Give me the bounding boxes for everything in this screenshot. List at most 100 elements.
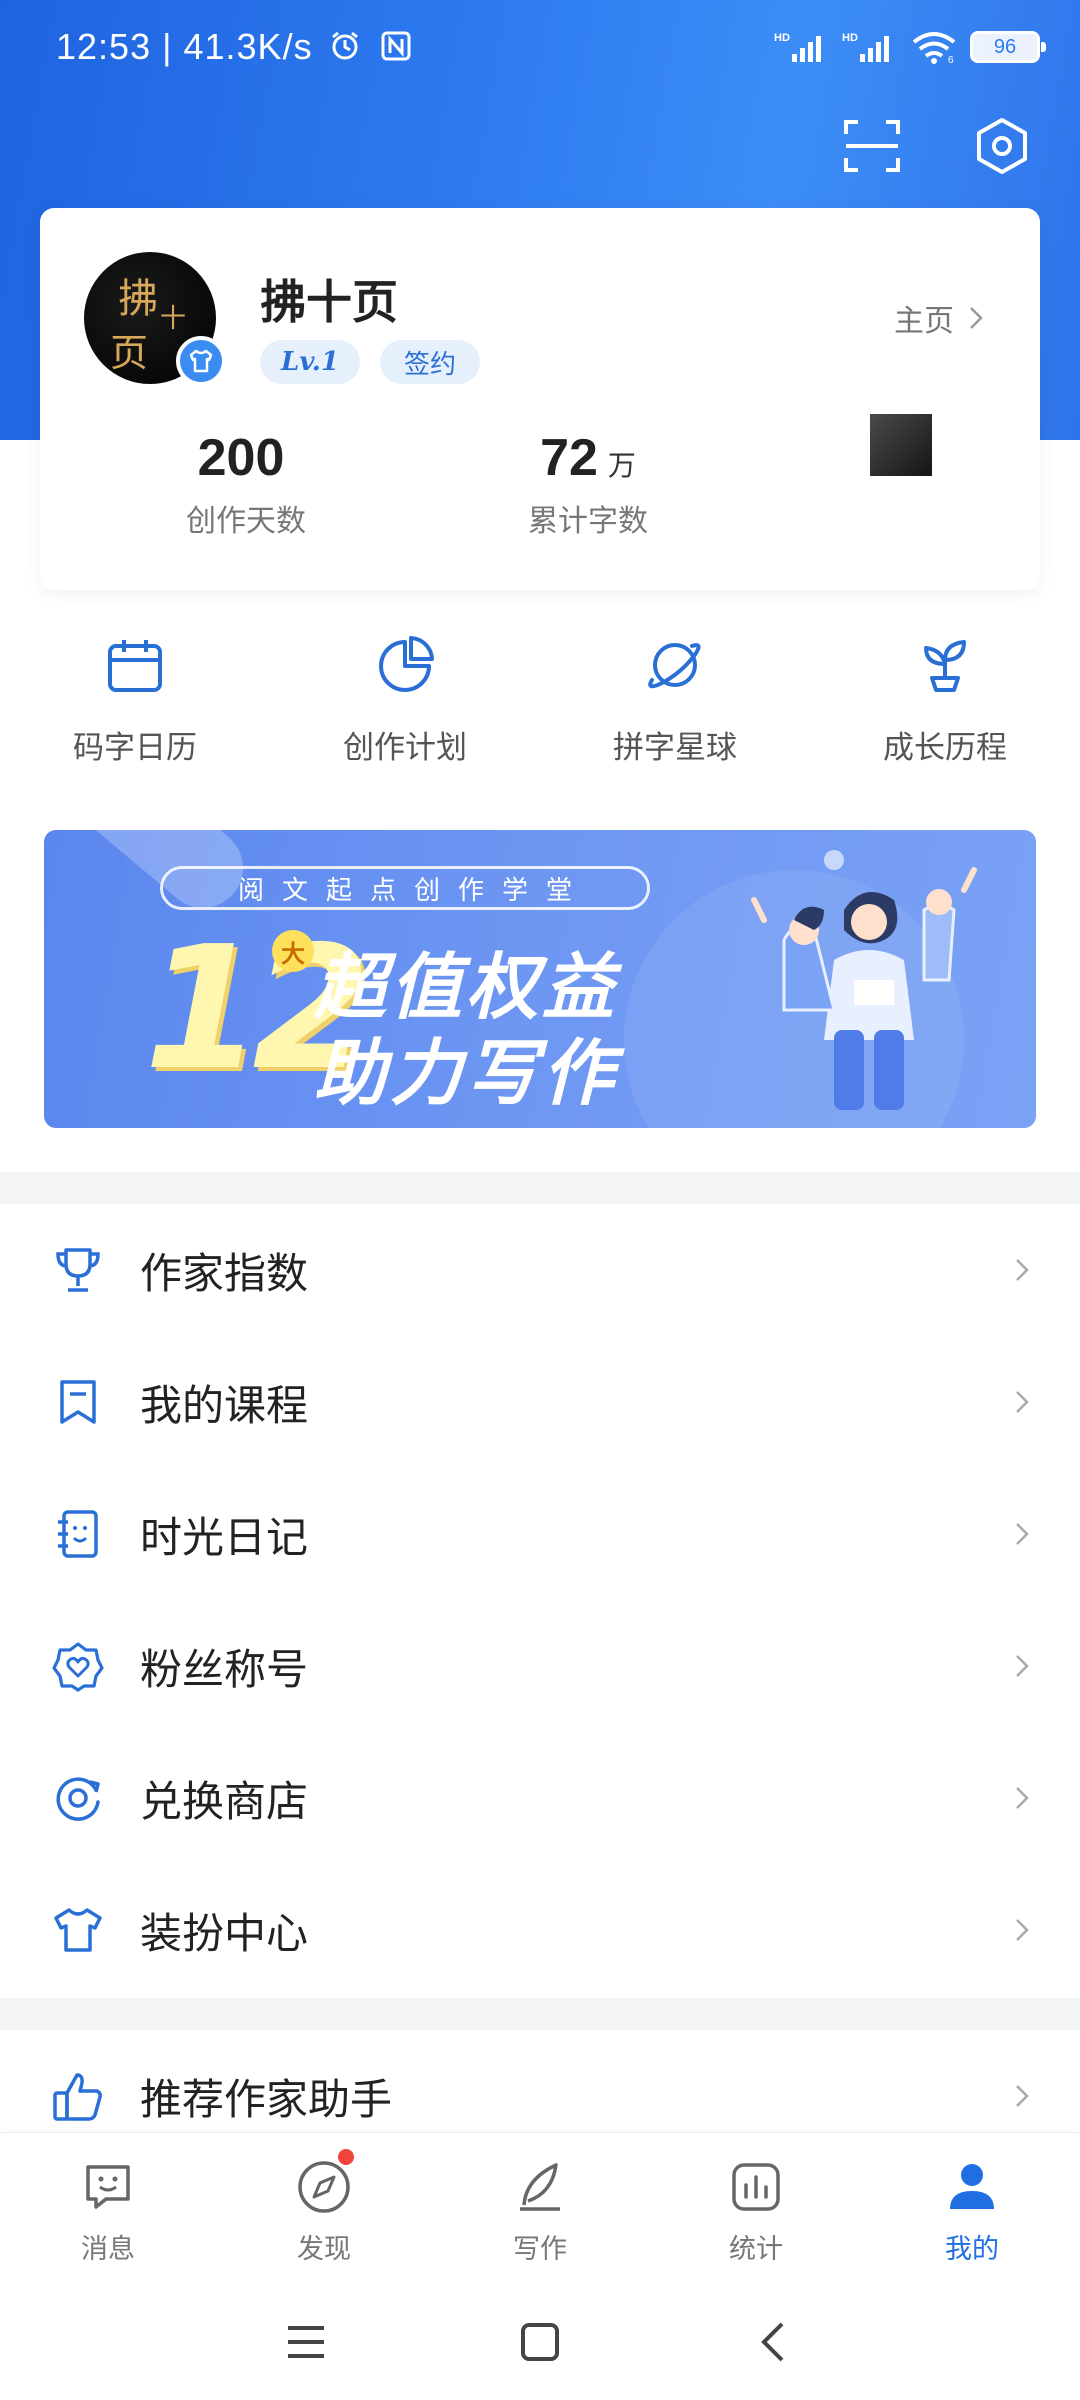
menu-label: 兑换商店 [140, 1776, 309, 1826]
compass-icon [294, 2157, 354, 2217]
nav-tab-mine[interactable]: 我的 [864, 2133, 1080, 2282]
menu-item-dressup-center[interactable]: 装扮中心 [0, 1864, 1080, 1996]
exchange-icon [48, 1768, 108, 1828]
stat-label: 创作天数 [186, 504, 306, 539]
homepage-link[interactable]: 主页 [894, 296, 984, 340]
pen-icon [510, 2157, 570, 2217]
menu-label: 时光日记 [140, 1512, 309, 1562]
diary-icon [48, 1504, 108, 1564]
menu-label: 粉丝称号 [140, 1644, 309, 1694]
menu-label: 推荐作家助手 [140, 2074, 393, 2124]
system-back-button[interactable] [744, 2312, 804, 2372]
signal-2-icon: HD [842, 32, 889, 62]
menu-label: 我的课程 [140, 1380, 309, 1430]
home-square-icon [521, 2323, 559, 2361]
svg-text:HD: HD [774, 32, 790, 44]
signal-1-icon: HD [774, 32, 821, 62]
level-badge: Lv.1 [260, 340, 360, 384]
planet-icon [640, 630, 710, 700]
nav-label: 消息 [81, 2234, 135, 2265]
menu-list: 作家指数 我的课程 时光日记 粉丝称号 兑换商店 装扮中心 [0, 1204, 1080, 1996]
menu-item-writer-index[interactable]: 作家指数 [0, 1204, 1080, 1336]
nav-label: 写作 [513, 2234, 567, 2265]
message-icon [78, 2157, 138, 2217]
shortcut-word-planet[interactable]: 拼字星球 [540, 630, 810, 790]
promo-banner[interactable]: 阅文起点创作学堂 12 大 超值权益 助力写作 [44, 830, 1036, 1128]
chevron-right-icon [1016, 1523, 1029, 1545]
menu-item-fan-title[interactable]: 粉丝称号 [0, 1600, 1080, 1732]
menu-item-exchange-store[interactable]: 兑换商店 [0, 1732, 1080, 1864]
nav-tab-write[interactable]: 写作 [432, 2133, 648, 2282]
menu-item-my-courses[interactable]: 我的课程 [0, 1336, 1080, 1468]
status-icons: HD HD 6 96 [774, 30, 1046, 64]
shortcut-label: 成长历程 [883, 730, 1007, 766]
menu-item-time-diary[interactable]: 时光日记 [0, 1468, 1080, 1600]
shortcut-growth-history[interactable]: 成长历程 [810, 630, 1080, 790]
system-menu-button[interactable] [276, 2312, 336, 2372]
back-icon [761, 2322, 784, 2362]
nav-label: 统计 [729, 2234, 783, 2265]
avatar-char-2: 十 [160, 304, 187, 334]
section-divider [0, 1998, 1080, 2030]
banner-illustration [751, 850, 977, 1110]
banner-subtitle: 阅文起点创作学堂 [160, 866, 650, 910]
wifi-icon: 6 [912, 32, 956, 64]
menu-label: 作家指数 [140, 1248, 309, 1298]
section-divider [0, 1172, 1080, 1204]
heart-badge-icon [48, 1636, 108, 1696]
bookmark-icon [48, 1372, 108, 1432]
user-icon [942, 2157, 1002, 2217]
avatar-badge [176, 336, 226, 386]
shortcut-label: 码字日历 [73, 730, 197, 766]
sprout-icon [910, 630, 980, 700]
system-nav-bar [0, 2282, 1080, 2400]
avatar-char-1: 拂 [118, 276, 158, 322]
notification-dot [338, 2149, 354, 2165]
thumbs-up-icon [48, 2066, 108, 2126]
profile-card[interactable]: 拂 十 页 拂十页 Lv.1 签约 主页 200 创作天数 72 万 累计字数 [40, 208, 1040, 590]
nav-label: 我的 [945, 2234, 999, 2265]
shortcut-writing-calendar[interactable]: 码字日历 [0, 630, 270, 790]
nav-label: 发现 [297, 2234, 351, 2265]
chevron-right-icon [1016, 1391, 1029, 1413]
nav-tab-discover[interactable]: 发现 [216, 2133, 432, 2282]
shortcut-label: 创作计划 [343, 730, 467, 766]
chevron-right-icon [1016, 1655, 1029, 1677]
nfc-icon [381, 31, 411, 61]
chevron-right-icon [1016, 1919, 1029, 1941]
settings-button[interactable] [968, 112, 1036, 180]
chevron-right-icon [1016, 2085, 1029, 2107]
menu-icon [288, 2326, 324, 2358]
shortcut-label: 拼字星球 [613, 730, 737, 766]
shortcut-row: 码字日历 创作计划 拼字星球 成长历程 [0, 630, 1080, 790]
stat-value: 200 [197, 429, 285, 487]
shortcut-creation-plan[interactable]: 创作计划 [270, 630, 540, 790]
network-speed: 41.3K/s [183, 26, 313, 67]
settings-hexagon-icon [977, 118, 1027, 174]
system-home-button[interactable] [510, 2312, 570, 2372]
nav-tab-statistics[interactable]: 统计 [648, 2133, 864, 2282]
status-separator: | [162, 26, 173, 67]
scan-button[interactable] [838, 112, 906, 180]
chevron-right-icon [1016, 1259, 1029, 1281]
stat-creation-days: 200 创作天数 [138, 428, 354, 540]
stat-unit: 万 [607, 449, 636, 482]
battery-indicator: 96 [970, 31, 1046, 63]
avatar-char-3: 页 [110, 331, 149, 375]
stats-icon [726, 2157, 786, 2217]
status-time-group: 12:53 | 41.3K/s [56, 26, 413, 68]
svg-text:6: 6 [948, 55, 954, 64]
banner-headline-2: 助力写作 [314, 1031, 619, 1115]
trophy-icon [48, 1240, 108, 1300]
svg-text:HD: HD [842, 32, 858, 44]
calendar-icon [100, 630, 170, 700]
homepage-label: 主页 [894, 304, 954, 339]
stat-value: 72 [540, 429, 598, 487]
qr-code-thumbnail[interactable] [870, 414, 932, 476]
scan-icon [844, 120, 900, 172]
menu-label: 装扮中心 [140, 1908, 309, 1958]
status-bar: 12:53 | 41.3K/s HD HD 6 96 [0, 0, 1080, 100]
signed-badge: 签约 [380, 340, 480, 384]
nav-tab-messages[interactable]: 消息 [0, 2133, 216, 2282]
alarm-icon [331, 31, 358, 60]
